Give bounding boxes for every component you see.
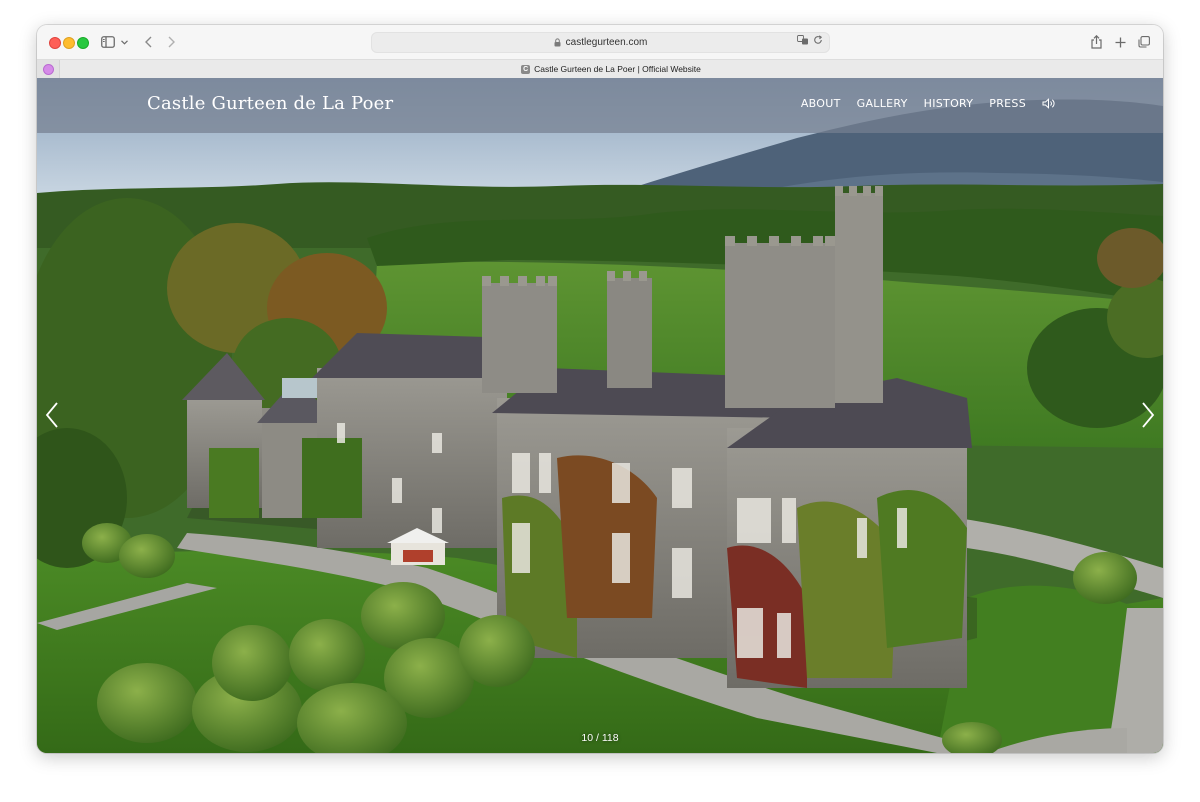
browser-window: castlegurteen.com C Castle Gurteen de La… bbox=[37, 25, 1163, 753]
tab-overview-icon[interactable] bbox=[1137, 33, 1151, 51]
address-bar[interactable]: castlegurteen.com bbox=[371, 32, 830, 53]
minimize-window-button[interactable] bbox=[63, 37, 75, 49]
translate-icon[interactable] bbox=[797, 35, 809, 48]
chevron-down-icon[interactable] bbox=[119, 33, 129, 51]
back-arrow-icon[interactable] bbox=[141, 33, 155, 51]
sidebar-toggle-icon[interactable] bbox=[100, 33, 116, 51]
next-slide-arrow-icon[interactable] bbox=[1138, 398, 1158, 432]
speaker-icon[interactable] bbox=[1042, 98, 1055, 109]
slide-counter: 10 / 118 bbox=[581, 732, 619, 744]
share-icon[interactable] bbox=[1089, 33, 1103, 51]
reload-icon[interactable] bbox=[813, 35, 823, 48]
new-tab-icon[interactable] bbox=[1113, 33, 1127, 51]
tab-bar: C Castle Gurteen de La Poer | Official W… bbox=[37, 59, 1163, 79]
nav-gallery[interactable]: GALLERY bbox=[857, 97, 908, 110]
pinned-tab[interactable] bbox=[37, 60, 60, 78]
active-tab[interactable]: C Castle Gurteen de La Poer | Official W… bbox=[59, 60, 1163, 78]
site-favicon-icon: C bbox=[521, 64, 531, 74]
nav-about[interactable]: ABOUT bbox=[801, 97, 841, 110]
web-page: Castle Gurteen de La Poer ABOUT GALLERY … bbox=[37, 78, 1163, 753]
close-window-button[interactable] bbox=[49, 37, 61, 49]
url-text: castlegurteen.com bbox=[565, 37, 648, 48]
forward-arrow-icon[interactable] bbox=[164, 33, 178, 51]
lock-icon bbox=[554, 38, 561, 47]
zoom-window-button[interactable] bbox=[77, 37, 89, 49]
site-title[interactable]: Castle Gurteen de La Poer bbox=[147, 93, 393, 114]
nav-history[interactable]: HISTORY bbox=[924, 97, 974, 110]
nav-press[interactable]: PRESS bbox=[989, 97, 1026, 110]
previous-slide-arrow-icon[interactable] bbox=[42, 398, 62, 432]
castle-aerial-photo bbox=[37, 78, 1163, 753]
browser-toolbar: castlegurteen.com bbox=[37, 25, 1163, 59]
pinned-tab-favicon-icon bbox=[42, 63, 54, 75]
main-nav: ABOUT GALLERY HISTORY PRESS bbox=[801, 97, 1055, 110]
site-header: Castle Gurteen de La Poer ABOUT GALLERY … bbox=[37, 78, 1163, 133]
tab-title: Castle Gurteen de La Poer | Official Web… bbox=[534, 64, 701, 74]
